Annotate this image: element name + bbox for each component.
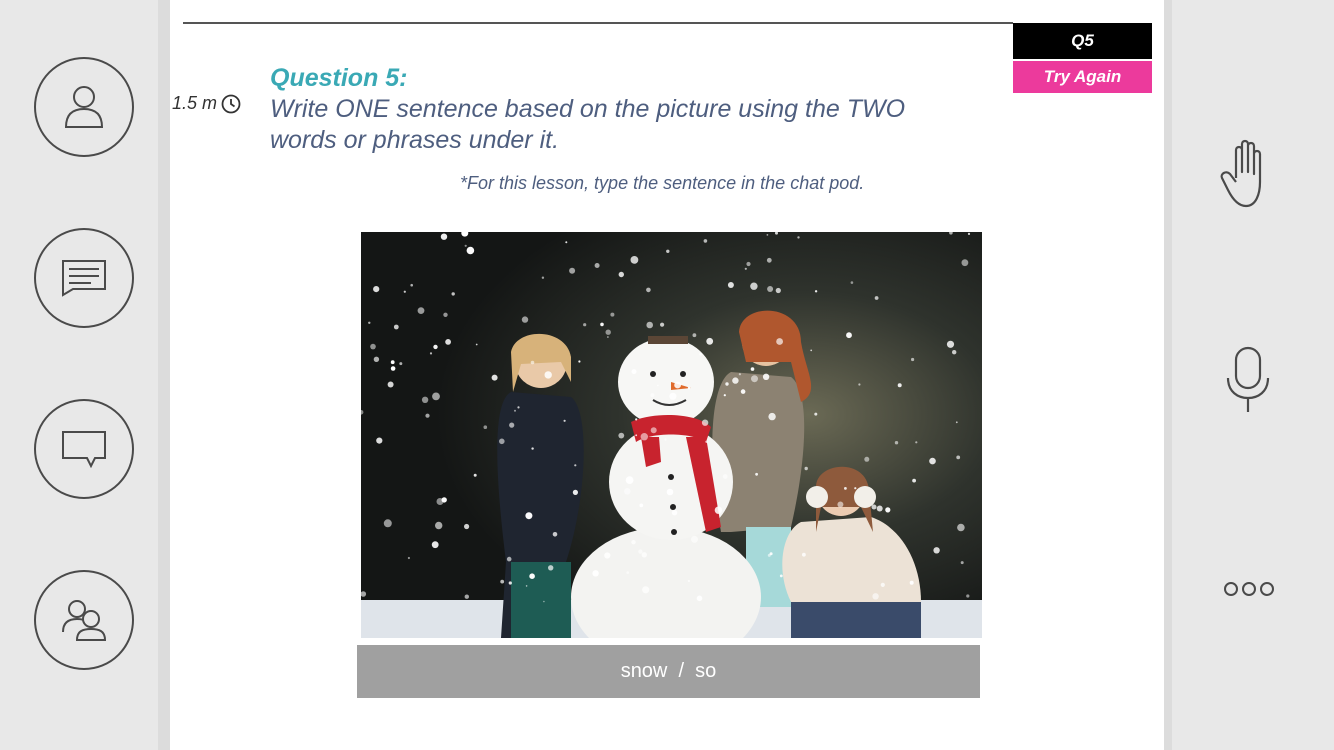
snowman-illustration	[361, 232, 982, 638]
left-toolbar	[0, 0, 158, 750]
question-badge: Q5	[1013, 23, 1152, 59]
question-slide: Q5 Try Again 1.5 m Question 5: Write ONE…	[170, 0, 1164, 750]
microphone-icon[interactable]	[1224, 346, 1272, 414]
question-title: Question 5:	[270, 64, 408, 92]
timer: 1.5 m	[172, 93, 241, 114]
snowman-photo	[361, 232, 982, 638]
prompt-words-text: snow / so	[620, 660, 717, 682]
profile-button[interactable]	[34, 57, 134, 157]
right-divider	[1164, 0, 1172, 750]
try-again-button[interactable]: Try Again	[1013, 61, 1152, 93]
attendees-button[interactable]	[34, 570, 134, 670]
top-rule	[183, 22, 1013, 24]
notes-icon	[62, 260, 106, 297]
chat-icon	[62, 431, 106, 468]
left-divider	[158, 0, 170, 750]
timer-label: 1.5 m	[172, 93, 218, 113]
raise-hand-icon[interactable]	[1220, 138, 1276, 210]
user-icon	[64, 86, 104, 128]
question-text: Write ONE sentence based on the picture …	[270, 95, 906, 154]
right-toolbar	[1172, 0, 1334, 750]
more-icon[interactable]	[1222, 580, 1276, 598]
clock-icon	[221, 94, 241, 113]
chat-button[interactable]	[34, 399, 134, 499]
prompt-words: snow / so	[357, 645, 980, 698]
attendees-icon	[62, 600, 107, 641]
question-note: *For this lesson, type the sentence in t…	[460, 173, 865, 193]
notes-button[interactable]	[34, 228, 134, 328]
